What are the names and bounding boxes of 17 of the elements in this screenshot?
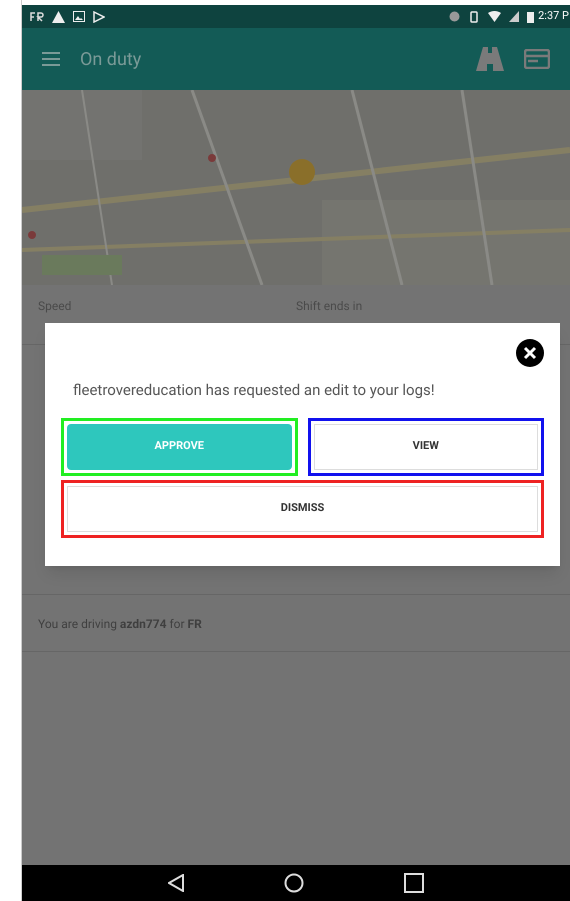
image-icon — [73, 11, 85, 22]
menu-icon[interactable] — [42, 52, 60, 66]
dialog-message: fleetrovereducation has requested an edit to your logs! — [72, 380, 436, 401]
signal-icon — [509, 11, 520, 22]
dismiss-button[interactable]: DISMISS — [67, 486, 538, 532]
home-icon[interactable] — [284, 873, 304, 893]
back-icon[interactable] — [168, 874, 184, 892]
warning-icon — [52, 10, 65, 22]
battery-icon — [527, 10, 534, 22]
recents-icon[interactable] — [404, 873, 424, 893]
app-title: On duty — [80, 48, 142, 72]
close-icon[interactable] — [516, 339, 544, 367]
vibrate-icon — [468, 10, 480, 22]
play-icon — [93, 10, 105, 22]
status-time: 2:37 P — [538, 8, 570, 24]
wifi-icon — [488, 11, 502, 22]
view-button[interactable]: VIEW — [314, 424, 538, 470]
